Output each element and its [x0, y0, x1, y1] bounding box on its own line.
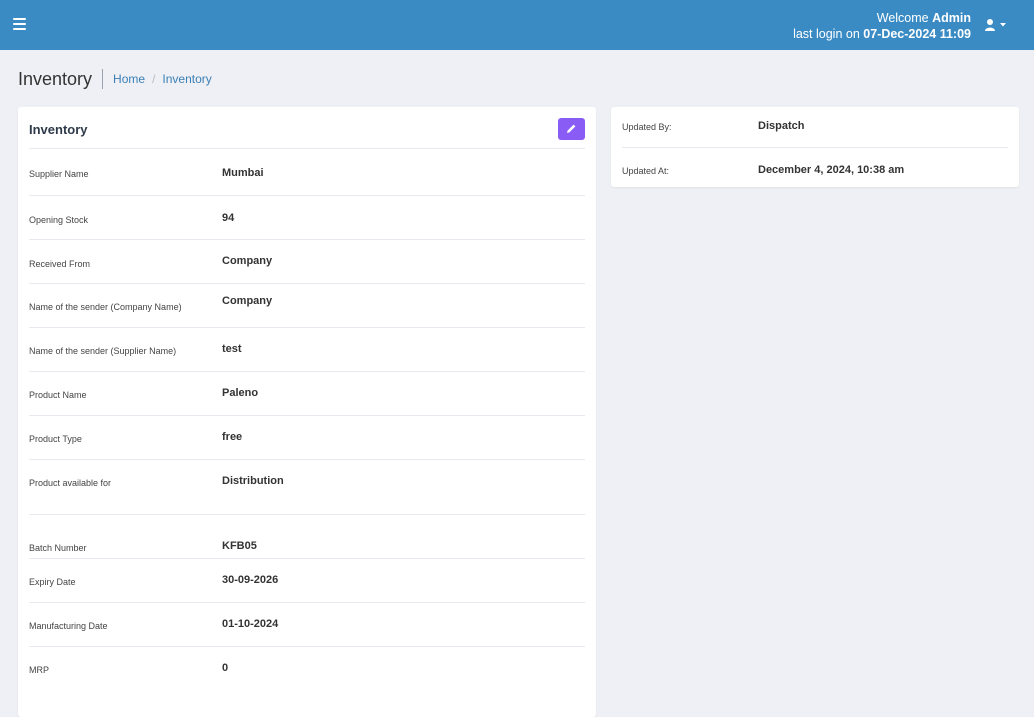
detail-value: 0: [222, 662, 229, 674]
update-info-card: Updated By: Dispatch Updated At: Decembe…: [611, 107, 1019, 187]
breadcrumb-home[interactable]: Home: [113, 72, 145, 86]
detail-label: Opening Stock: [29, 215, 89, 225]
divider: [622, 147, 1008, 148]
detail-row: Product Name Paleno: [29, 371, 585, 415]
detail-value: 01-10-2024: [222, 618, 279, 630]
detail-label: Product Name: [29, 390, 87, 400]
detail-label: Batch Number: [29, 543, 87, 553]
detail-label: Manufacturing Date: [29, 621, 108, 631]
detail-row: Product Type free: [29, 415, 585, 459]
detail-row: Manufacturing Date 01-10-2024: [29, 602, 585, 646]
breadcrumb-inventory[interactable]: Inventory: [162, 72, 211, 86]
detail-row: Received From Company: [29, 239, 585, 283]
hamburger-icon[interactable]: [13, 18, 26, 30]
detail-value: KFB05: [222, 540, 257, 552]
detail-row: MRP 0: [29, 646, 585, 690]
detail-value: Mumbai: [222, 167, 264, 179]
updated-at-label: Updated At:: [622, 166, 670, 176]
page-header: Inventory Home / Inventory: [18, 67, 212, 91]
detail-label: Received From: [29, 259, 91, 269]
welcome-block: Welcome Admin last login on 07-Dec-2024 …: [793, 10, 971, 42]
detail-label: Product available for: [29, 478, 112, 488]
detail-label: Product Type: [29, 434, 82, 444]
updated-by-value: Dispatch: [758, 120, 805, 132]
inventory-details-card: Inventory Supplier Name Mumbai Opening Sto…: [18, 107, 596, 717]
detail-value: test: [222, 343, 242, 355]
last-login-time: 07-Dec-2024 11:09: [863, 27, 971, 41]
welcome-prefix: Welcome: [876, 11, 929, 25]
detail-row: Product available for Distribution: [29, 459, 585, 514]
last-login-prefix: last login on: [793, 27, 860, 41]
detail-value: Distribution: [222, 475, 284, 487]
user-menu-button[interactable]: [984, 17, 1010, 33]
detail-row: Expiry Date 30-09-2026: [29, 558, 585, 602]
detail-row: Opening Stock 94: [29, 195, 585, 239]
breadcrumb-separator: /: [152, 72, 156, 86]
detail-value: free: [222, 431, 243, 443]
detail-row: Name of the sender (Company Name) Company: [29, 283, 585, 327]
detail-row: Supplier Name Mumbai: [29, 148, 585, 195]
updated-by-label: Updated By:: [622, 122, 672, 132]
detail-label: Supplier Name: [29, 169, 89, 179]
caret-down-icon: [1000, 23, 1006, 27]
edit-button[interactable]: [558, 118, 585, 140]
updated-at-value: December 4, 2024, 10:38 am: [758, 164, 905, 176]
top-navbar: Welcome Admin last login on 07-Dec-2024 …: [0, 0, 1034, 50]
detail-value: Company: [222, 255, 273, 267]
detail-value: Paleno: [222, 387, 259, 399]
detail-value: Company: [222, 295, 273, 307]
header-divider: [102, 69, 104, 89]
detail-row: Name of the sender (Supplier Name) test: [29, 327, 585, 371]
user-icon: [985, 19, 995, 31]
details-list: Supplier Name Mumbai Opening Stock 94 Receiv…: [29, 148, 585, 690]
detail-row: Batch Number KFB05: [29, 514, 585, 558]
card-title: Inventory: [29, 122, 88, 137]
detail-label: Expiry Date: [29, 577, 76, 587]
detail-value: 30-09-2026: [222, 574, 279, 586]
detail-label: MRP: [29, 665, 49, 675]
welcome-user: Admin: [932, 11, 971, 25]
detail-label: Name of the sender (Company Name): [29, 302, 182, 312]
pencil-icon: [567, 124, 576, 133]
detail-label: Name of the sender (Supplier Name): [29, 346, 177, 356]
detail-value: 94: [222, 212, 235, 224]
page-title: Inventory: [18, 68, 93, 89]
